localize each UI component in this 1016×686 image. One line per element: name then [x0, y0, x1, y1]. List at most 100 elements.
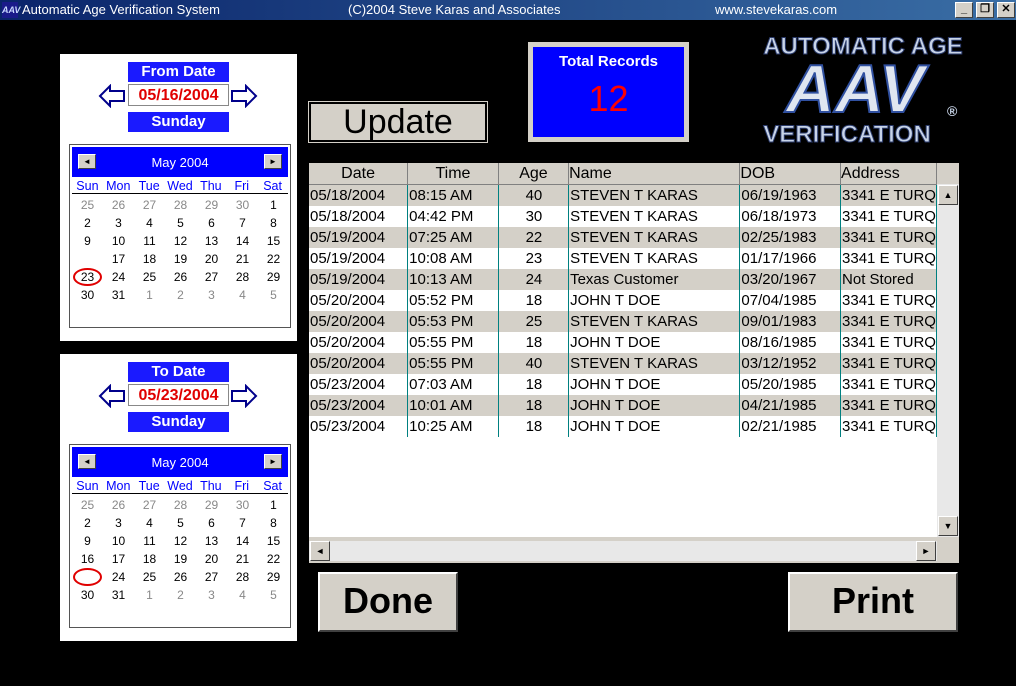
- calendar-day[interactable]: 20: [196, 550, 227, 568]
- calendar-day[interactable]: 27: [134, 196, 165, 214]
- calendar-day[interactable]: 25: [134, 268, 165, 286]
- calendar-day[interactable]: 26: [103, 196, 134, 214]
- calendar-day[interactable]: 31: [103, 286, 134, 304]
- calendar-day[interactable]: 12: [165, 232, 196, 250]
- calendar-day[interactable]: 6: [196, 514, 227, 532]
- calendar-day[interactable]: 30: [227, 496, 258, 514]
- calendar-day[interactable]: 28: [165, 496, 196, 514]
- next-month-button[interactable]: ►: [264, 454, 282, 469]
- calendar-day[interactable]: 12: [165, 532, 196, 550]
- calendar-day[interactable]: 18: [134, 250, 165, 268]
- update-button[interactable]: Update: [308, 101, 488, 143]
- table-row[interactable]: 05/23/2004 10:25 AM 18 JOHN T DOE 02/21/1985…: [309, 416, 937, 437]
- horizontal-scrollbar[interactable]: ◄ ►: [309, 541, 937, 561]
- calendar-day[interactable]: 21: [227, 550, 258, 568]
- calendar-day[interactable]: 22: [258, 250, 289, 268]
- calendar-day[interactable]: 23: [72, 268, 103, 286]
- calendar-day[interactable]: 28: [227, 268, 258, 286]
- calendar-day[interactable]: 31: [103, 586, 134, 604]
- calendar-day[interactable]: 2: [165, 586, 196, 604]
- calendar-day[interactable]: 3: [196, 286, 227, 304]
- calendar-day[interactable]: 11: [134, 232, 165, 250]
- calendar-day[interactable]: 3: [196, 586, 227, 604]
- minimize-button[interactable]: _: [955, 2, 973, 18]
- calendar-day[interactable]: 25: [72, 496, 103, 514]
- calendar-day[interactable]: 19: [165, 550, 196, 568]
- calendar-day[interactable]: 16: [72, 550, 103, 568]
- table-row[interactable]: 05/18/2004 08:15 AM 40 STEVEN T KARAS 06/19/…: [309, 184, 937, 206]
- done-button[interactable]: Done: [318, 572, 458, 632]
- calendar-day[interactable]: 26: [165, 568, 196, 586]
- table-row[interactable]: 05/20/2004 05:53 PM 25 STEVEN T KARAS 09/01/…: [309, 311, 937, 332]
- calendar-day[interactable]: 8: [258, 214, 289, 232]
- column-header-address[interactable]: Address: [840, 163, 937, 185]
- calendar-day[interactable]: 10: [103, 532, 134, 550]
- calendar-day[interactable]: 18: [134, 550, 165, 568]
- print-button[interactable]: Print: [788, 572, 958, 632]
- column-header-date[interactable]: Date: [309, 163, 409, 185]
- calendar-day[interactable]: 29: [258, 268, 289, 286]
- calendar-day[interactable]: 13: [196, 532, 227, 550]
- table-row[interactable]: 05/20/2004 05:52 PM 18 JOHN T DOE 07/04/1985…: [309, 290, 937, 311]
- calendar-day[interactable]: 28: [165, 196, 196, 214]
- calendar-day[interactable]: 4: [227, 586, 258, 604]
- table-row[interactable]: 05/19/2004 07:25 AM 22 STEVEN T KARAS 02/25/…: [309, 227, 937, 248]
- calendar-day[interactable]: 24: [103, 268, 134, 286]
- calendar-day[interactable]: 5: [258, 586, 289, 604]
- from-date-field[interactable]: 05/16/2004: [128, 84, 229, 106]
- calendar-day[interactable]: 1: [134, 586, 165, 604]
- calendar-day[interactable]: 16: [72, 250, 103, 268]
- calendar-day[interactable]: 14: [227, 232, 258, 250]
- calendar-day[interactable]: 24: [103, 568, 134, 586]
- calendar-day[interactable]: 17: [103, 550, 134, 568]
- calendar-day[interactable]: 26: [165, 268, 196, 286]
- next-month-button[interactable]: ►: [264, 154, 282, 169]
- restore-button[interactable]: ❐: [976, 2, 994, 18]
- calendar-day[interactable]: 7: [227, 514, 258, 532]
- calendar-day[interactable]: 4: [134, 214, 165, 232]
- calendar-day[interactable]: 15: [258, 532, 289, 550]
- column-header-time[interactable]: Time: [407, 163, 499, 185]
- calendar-day[interactable]: 5: [258, 286, 289, 304]
- calendar-day[interactable]: 29: [196, 496, 227, 514]
- calendar-day[interactable]: 5: [165, 514, 196, 532]
- calendar-day[interactable]: 2: [72, 514, 103, 532]
- calendar-day[interactable]: 13: [196, 232, 227, 250]
- app-icon[interactable]: AAV: [2, 2, 20, 18]
- calendar-day[interactable]: 29: [196, 196, 227, 214]
- calendar-day[interactable]: 19: [165, 250, 196, 268]
- calendar-day[interactable]: 1: [258, 196, 289, 214]
- calendar-day[interactable]: 4: [227, 286, 258, 304]
- table-row[interactable]: 05/23/2004 07:03 AM 18 JOHN T DOE 05/20/1985…: [309, 374, 937, 395]
- calendar-day[interactable]: 1: [134, 286, 165, 304]
- next-day-arrow-icon[interactable]: [230, 84, 258, 108]
- calendar-day[interactable]: 28: [227, 568, 258, 586]
- prev-day-arrow-icon[interactable]: [98, 84, 126, 108]
- scroll-up-button[interactable]: ▲: [938, 185, 958, 205]
- calendar-day[interactable]: 22: [258, 550, 289, 568]
- to-date-field[interactable]: 05/23/2004: [128, 384, 229, 406]
- table-row[interactable]: 05/19/2004 10:08 AM 23 STEVEN T KARAS 01/17/…: [309, 248, 937, 269]
- calendar-day[interactable]: 20: [196, 250, 227, 268]
- table-row[interactable]: 05/20/2004 05:55 PM 18 JOHN T DOE 08/16/1985…: [309, 332, 937, 353]
- table-row[interactable]: 05/23/2004 10:01 AM 18 JOHN T DOE 04/21/1985…: [309, 395, 937, 416]
- scroll-right-button[interactable]: ►: [916, 541, 936, 561]
- calendar-day[interactable]: 23: [72, 568, 103, 586]
- calendar-day[interactable]: 25: [72, 196, 103, 214]
- calendar-day[interactable]: 30: [72, 586, 103, 604]
- calendar-day[interactable]: 3: [103, 514, 134, 532]
- close-button[interactable]: ✕: [997, 2, 1015, 18]
- calendar-day[interactable]: 27: [196, 268, 227, 286]
- calendar-day[interactable]: 30: [227, 196, 258, 214]
- table-row[interactable]: 05/19/2004 10:13 AM 24 Texas Customer 03/20/…: [309, 269, 937, 290]
- next-day-arrow-icon[interactable]: [230, 384, 258, 408]
- calendar-day[interactable]: 6: [196, 214, 227, 232]
- calendar-day[interactable]: 14: [227, 532, 258, 550]
- column-header-age[interactable]: Age: [498, 163, 570, 185]
- scroll-down-button[interactable]: ▼: [938, 516, 958, 536]
- calendar-day[interactable]: 1: [258, 496, 289, 514]
- calendar-day[interactable]: 27: [196, 568, 227, 586]
- calendar-day[interactable]: 9: [72, 532, 103, 550]
- calendar-day[interactable]: 17: [103, 250, 134, 268]
- scroll-left-button[interactable]: ◄: [310, 541, 330, 561]
